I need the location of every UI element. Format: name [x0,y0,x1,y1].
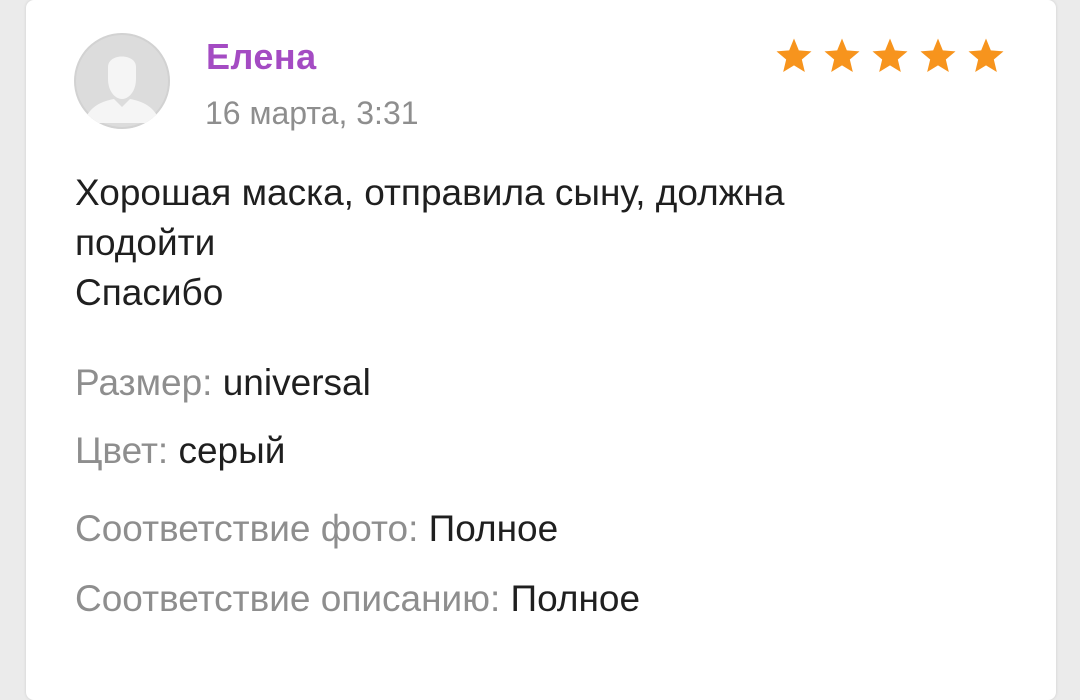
person-placeholder-icon [74,33,170,129]
color-label: Цвет: [75,430,179,471]
review-text: Хорошая маска, отправила сыну, должна по… [75,168,995,318]
star-icon [968,38,1004,72]
review-card: Елена 16 марта, 3:31 Хорошая маска, отпр… [26,0,1056,700]
color-attribute: Цвет: серый [75,430,285,472]
review-text-line: Хорошая маска, отправила сыну, должна [75,172,785,213]
review-date: 16 марта, 3:31 [205,95,419,131]
review-author: Елена [206,36,317,77]
color-value: серый [178,430,286,471]
photo-match-label: Соответствие фото: [75,508,429,549]
photo-match-attribute: Соответствие фото: Полное [75,508,558,550]
review-text-line: подойти [75,222,216,263]
avatar[interactable] [74,33,170,129]
size-attribute: Размер: universal [75,362,371,404]
description-match-attribute: Соответствие описанию: Полное [75,578,640,620]
photo-match-value: Полное [428,508,559,549]
rating-stars [774,36,1006,76]
description-match-value: Полное [510,578,641,619]
star-icon [824,38,860,72]
size-value: universal [222,362,371,403]
review-text-line: Спасибо [75,272,224,313]
description-match-label: Соответствие описанию: [75,578,511,619]
star-icon [872,38,908,72]
size-label: Размер: [75,362,223,403]
star-icon [920,38,956,72]
star-icon [776,38,812,72]
